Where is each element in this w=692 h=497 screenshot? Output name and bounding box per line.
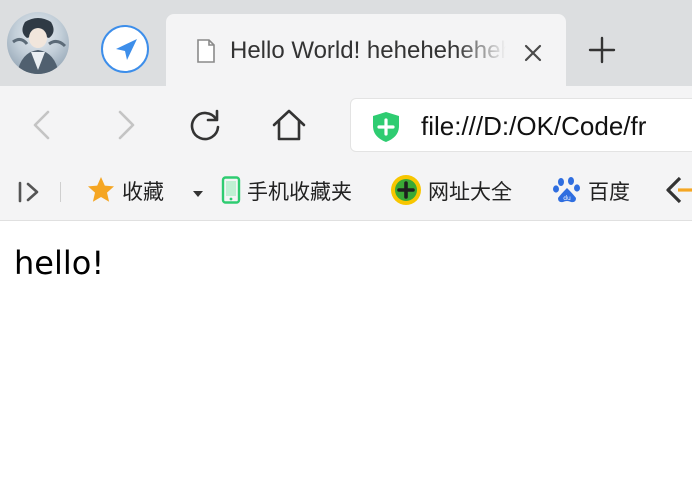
- address-bar[interactable]: file:///D:/OK/Code/fr: [350, 98, 692, 152]
- bookmark-favorites[interactable]: 收藏: [86, 174, 164, 210]
- browser-window: Hello World! hehehehehehe file:///D:/OK/…: [0, 0, 692, 497]
- toolbar: file:///D:/OK/Code/fr: [0, 86, 692, 164]
- tab-title: Hello World! hehehehehehe: [230, 37, 506, 64]
- bookmark-favorites-label: 收藏: [122, 180, 164, 204]
- star-icon: [86, 175, 116, 209]
- svg-text:du: du: [563, 195, 571, 202]
- code-bracket-icon: [664, 175, 692, 209]
- active-tab[interactable]: Hello World! hehehehehehe: [166, 14, 566, 86]
- reload-icon[interactable]: [186, 106, 224, 144]
- navigation-arrow-button[interactable]: [101, 25, 149, 73]
- back-arrow-icon[interactable]: [24, 106, 62, 144]
- page-body-text: hello!: [14, 244, 105, 282]
- page-content: hello!: [0, 221, 692, 497]
- security-shield-icon[interactable]: [371, 111, 401, 147]
- bookmarks-bar: 收藏 手机收藏夹 网址大全 du 百度: [0, 164, 692, 221]
- avatar-image: [12, 18, 67, 74]
- forward-arrow-icon[interactable]: [106, 106, 144, 144]
- bookmark-web-directory-label: 网址大全: [428, 180, 512, 204]
- bookmark-partial-item[interactable]: [664, 174, 692, 210]
- sidebar-toggle-icon[interactable]: [16, 180, 44, 208]
- location-arrow-icon: [116, 39, 137, 60]
- bookmark-mobile-label: 手机收藏夹: [247, 180, 352, 204]
- mobile-icon: [221, 176, 241, 208]
- close-tab-icon[interactable]: [522, 42, 544, 64]
- bookmark-baidu-label: 百度: [588, 180, 630, 204]
- bookmark-web-directory[interactable]: 网址大全: [390, 174, 512, 210]
- user-avatar[interactable]: [7, 12, 69, 74]
- bookmark-mobile-favorites[interactable]: 手机收藏夹: [221, 174, 352, 210]
- home-icon[interactable]: [270, 106, 308, 144]
- page-icon: [196, 39, 216, 67]
- web-nav-icon: [390, 174, 422, 210]
- url-text[interactable]: file:///D:/OK/Code/fr: [421, 109, 646, 143]
- new-tab-plus-icon[interactable]: [588, 36, 616, 64]
- favorites-dropdown-icon[interactable]: [192, 184, 204, 203]
- bookmark-divider: [60, 182, 61, 202]
- tab-strip: Hello World! hehehehehehe: [0, 0, 692, 86]
- baidu-paw-icon: du: [552, 175, 582, 209]
- bookmark-baidu[interactable]: du 百度: [552, 174, 630, 210]
